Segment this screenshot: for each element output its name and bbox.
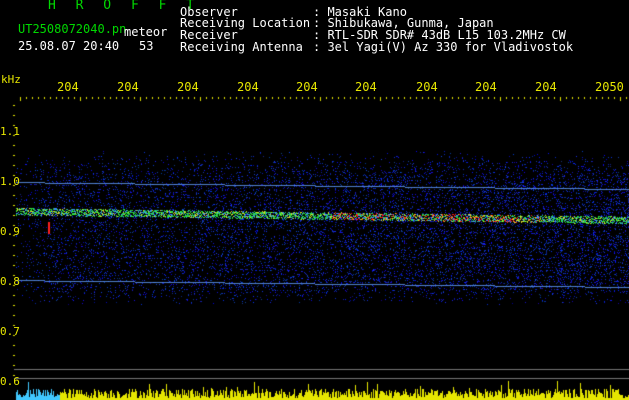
x-tick-label: 204 — [57, 80, 79, 94]
x-tick-label: 204 — [296, 80, 318, 94]
y-tick-label: 0.7 — [0, 325, 20, 338]
y-tick-label: 1.1 — [0, 125, 20, 138]
y-tick-label: 0.8 — [0, 275, 20, 288]
x-tick-label: 204 — [475, 80, 497, 94]
y-tick-label: 1.0 — [0, 175, 20, 188]
x-tick-label: 2050 — [595, 80, 624, 94]
x-tick-label: 204 — [355, 80, 377, 94]
antenna-value: : 3el Yagi(V) Az 330 for Vladivostok — [313, 40, 574, 54]
x-tick-label: 204 — [535, 80, 557, 94]
x-tick-label: 204 — [416, 80, 438, 94]
spectrogram-canvas — [0, 0, 629, 400]
app-title: H R O F F T — [48, 0, 201, 13]
antenna-label: Receiving Antenna — [180, 40, 303, 54]
x-tick-label: 204 — [177, 80, 199, 94]
meteor-count: 53 — [139, 39, 154, 53]
x-tick-label: 204 — [237, 80, 259, 94]
meteor-label: meteor — [124, 25, 168, 39]
y-tick-label: 0.9 — [0, 225, 20, 238]
file-name: UT2508072040.pn — [18, 22, 127, 36]
x-tick-label: 204 — [117, 80, 139, 94]
y-tick-label: 0.6 — [0, 375, 20, 388]
datetime-label: 25.08.07 20:40 — [18, 39, 120, 53]
y-axis-unit: kHz — [1, 73, 21, 86]
